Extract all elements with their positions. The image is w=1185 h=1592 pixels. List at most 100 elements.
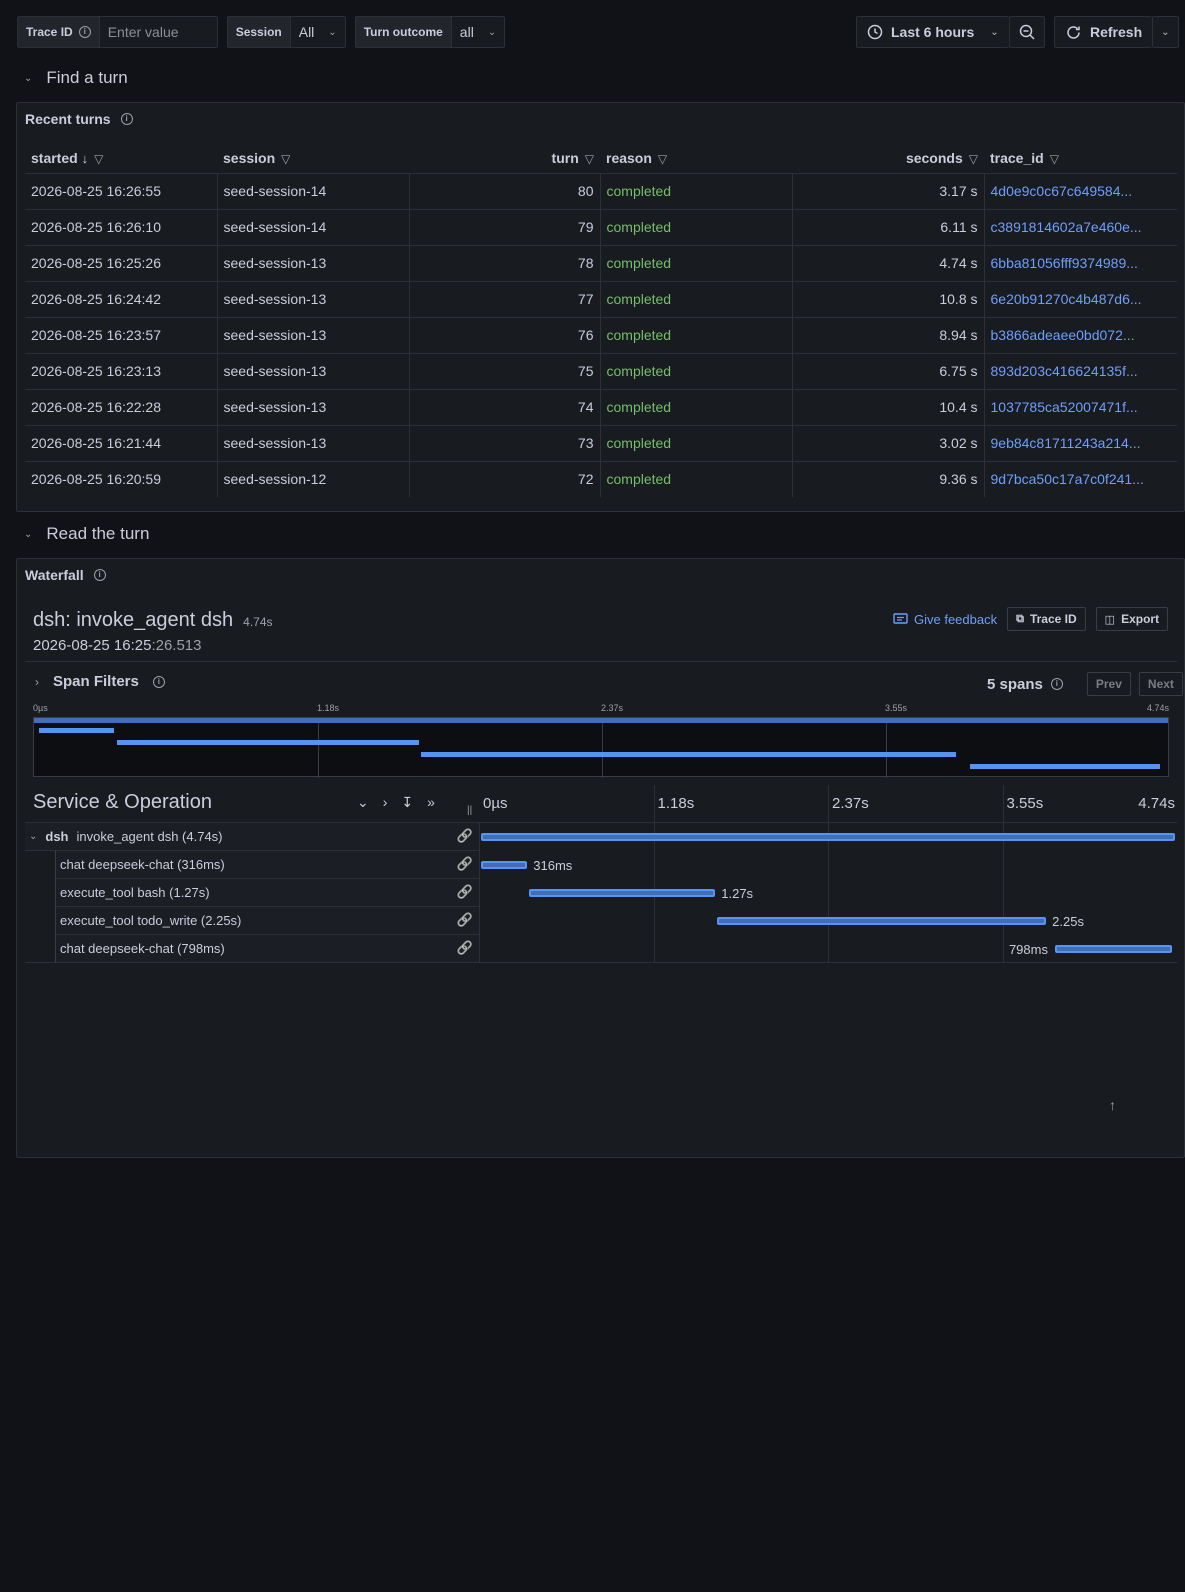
cell-trace-id[interactable]: 4d0e9c0c67c649584... xyxy=(984,172,1177,209)
minimap-ticks: 0µs 1.18s 2.37s 3.55s 4.74s xyxy=(33,703,1169,717)
service-operation-header: Service & Operation xyxy=(33,791,212,813)
span-bar[interactable] xyxy=(529,889,716,897)
turn-outcome-select[interactable]: all ⌄ xyxy=(452,17,504,47)
filter-icon[interactable]: ▽ xyxy=(658,152,667,166)
cell-turn: 80 xyxy=(409,172,601,209)
link-icon[interactable]: 🔗 xyxy=(457,940,473,956)
link-icon[interactable]: 🔗 xyxy=(457,912,473,928)
timeline-gridline xyxy=(1002,785,1004,823)
next-button[interactable]: Next xyxy=(1138,672,1183,696)
info-icon[interactable]: i xyxy=(93,569,106,581)
span-row[interactable]: chat deepseek-chat (798ms) 🔗 xyxy=(55,935,479,963)
span-row[interactable]: execute_tool todo_write (2.25s) 🔗 xyxy=(55,907,479,935)
scroll-to-top-icon[interactable]: ↑ xyxy=(1109,1097,1116,1113)
filter-icon[interactable]: ▽ xyxy=(969,152,978,166)
span-name: invoke_agent dsh (4.74s) xyxy=(76,829,223,844)
table-row[interactable]: 2026-08-25 16:23:57 seed-session-13 76 comp… xyxy=(25,316,1177,353)
span-row[interactable]: chat deepseek-chat (316ms) 🔗 xyxy=(55,851,479,879)
info-icon[interactable]: i xyxy=(78,26,91,38)
cell-started: 2026-08-25 16:23:57 xyxy=(25,316,218,353)
refresh-button[interactable]: Refresh xyxy=(1054,16,1153,48)
time-range-picker[interactable]: Last 6 hours ⌄ xyxy=(856,16,1009,48)
span-row[interactable]: execute_tool bash (1.27s) 🔗 xyxy=(55,879,479,907)
cell-reason: completed xyxy=(600,172,793,209)
trace-id-copy-button[interactable]: ⧉ Trace ID xyxy=(1007,607,1086,631)
cell-reason: completed xyxy=(600,280,793,317)
row-read-the-turn[interactable]: ⌄ Read the turn xyxy=(24,524,149,544)
span-bar[interactable] xyxy=(481,861,528,869)
cell-trace-id[interactable]: 6e20b91270c4b487d6... xyxy=(984,280,1177,317)
table-row[interactable]: 2026-08-25 16:22:28 seed-session-13 74 comp… xyxy=(25,388,1177,425)
cell-trace-id[interactable]: c3891814602a7e460e... xyxy=(984,208,1177,245)
table-row[interactable]: 2026-08-25 16:20:59 seed-session-12 72 comp… xyxy=(25,460,1177,497)
span-bar[interactable] xyxy=(716,917,1047,925)
info-icon[interactable]: i xyxy=(1050,678,1063,690)
table-row[interactable]: 2026-08-25 16:23:13 seed-session-13 75 comp… xyxy=(25,352,1177,389)
span-bar[interactable] xyxy=(1054,945,1172,953)
resize-handle[interactable]: || xyxy=(467,805,472,816)
collapse-all-icon[interactable]: ↧ xyxy=(401,794,413,811)
cell-turn: 77 xyxy=(409,280,601,317)
span-nav: 5 spans i Prev Next xyxy=(987,672,1183,696)
link-icon[interactable]: 🔗 xyxy=(457,884,473,900)
collapse-one-icon[interactable]: ⌄ xyxy=(357,794,369,811)
expand-all-icon[interactable]: » xyxy=(427,794,435,811)
table-body: 2026-08-25 16:26:55 seed-session-14 80 comp… xyxy=(25,172,1177,497)
info-icon[interactable]: i xyxy=(152,675,165,688)
column-header-reason[interactable]: reason ▽ xyxy=(600,143,792,173)
table-row[interactable]: 2026-08-25 16:21:44 seed-session-13 73 comp… xyxy=(25,424,1177,461)
trace-minimap[interactable]: 0µs 1.18s 2.37s 3.55s 4.74s xyxy=(33,703,1169,791)
filter-icon[interactable]: ▽ xyxy=(1050,152,1059,166)
cell-trace-id[interactable]: 1037785ca52007471f... xyxy=(984,388,1177,425)
cell-trace-id[interactable]: 9d7bca50c17a7c0f241... xyxy=(984,460,1177,497)
session-variable: Session All ⌄ xyxy=(226,16,346,48)
minimap-canvas xyxy=(33,717,1169,778)
cell-started: 2026-08-25 16:24:42 xyxy=(25,280,218,317)
cell-seconds: 8.94 s xyxy=(792,316,985,353)
cell-reason: completed xyxy=(600,316,793,353)
cell-trace-id[interactable]: 6bba81056fff9374989... xyxy=(984,244,1177,281)
cell-trace-id[interactable]: b3866adeaee0bd072... xyxy=(984,316,1177,353)
table-row[interactable]: 2026-08-25 16:26:55 seed-session-14 80 comp… xyxy=(25,172,1177,209)
chevron-down-icon[interactable]: ⌄ xyxy=(29,831,37,842)
column-header-trace-id[interactable]: trace_id ▽ xyxy=(984,143,1177,173)
filter-icon[interactable]: ▽ xyxy=(281,152,290,166)
table-row[interactable]: 2026-08-25 16:25:26 seed-session-13 78 comp… xyxy=(25,244,1177,281)
cell-reason: completed xyxy=(600,424,793,461)
cell-trace-id[interactable]: 9eb84c81711243a214... xyxy=(984,424,1177,461)
refresh-interval-dropdown[interactable]: ⌄ xyxy=(1152,16,1179,48)
cell-started: 2026-08-25 16:25:26 xyxy=(25,244,218,281)
cell-reason: completed xyxy=(600,388,793,425)
give-feedback-link[interactable]: Give feedback xyxy=(893,612,997,627)
span-bar[interactable] xyxy=(481,833,1175,841)
link-icon[interactable]: 🔗 xyxy=(457,856,473,872)
table-row[interactable]: 2026-08-25 16:26:10 seed-session-14 79 comp… xyxy=(25,208,1177,245)
link-icon[interactable]: 🔗 xyxy=(457,828,473,844)
export-button[interactable]: ◫ Export xyxy=(1095,607,1169,631)
cell-turn: 78 xyxy=(409,244,601,281)
trace-id-input[interactable]: Enter value xyxy=(100,17,217,47)
column-header-started[interactable]: started ↓ ▽ xyxy=(25,143,217,173)
column-header-seconds[interactable]: seconds ▽ xyxy=(792,143,984,173)
trace-id-variable: Trace ID i Enter value xyxy=(17,16,218,48)
zoom-out-button[interactable] xyxy=(1008,16,1045,48)
cell-session: seed-session-13 xyxy=(217,316,410,353)
filter-icon[interactable]: ▽ xyxy=(585,152,594,166)
row-find-a-turn[interactable]: ⌄ Find a turn xyxy=(24,68,128,88)
cell-trace-id[interactable]: 893d203c416624135f... xyxy=(984,352,1177,389)
span-row[interactable]: ⌄ dsh invoke_agent dsh (4.74s) 🔗 xyxy=(25,823,479,851)
column-header-turn[interactable]: turn ▽ xyxy=(409,143,600,173)
minimap-tick-label: 4.74s xyxy=(1146,703,1169,713)
session-select[interactable]: All ⌄ xyxy=(291,17,345,47)
table-row[interactable]: 2026-08-25 16:24:42 seed-session-13 77 comp… xyxy=(25,280,1177,317)
timeline-gridline xyxy=(828,785,829,823)
timeline-ticks: 0µs 1.18s 2.37s 3.55s 4.74s xyxy=(479,785,1177,823)
panel-title: Recent turns i xyxy=(25,111,133,127)
filter-icon[interactable]: ▽ xyxy=(94,152,103,166)
column-header-session[interactable]: session ▽ xyxy=(217,143,409,173)
sort-desc-icon: ↓ xyxy=(81,150,89,166)
info-icon[interactable]: i xyxy=(120,113,133,125)
expand-one-icon[interactable]: › xyxy=(383,794,388,811)
prev-button[interactable]: Prev xyxy=(1086,672,1131,696)
span-filters-toggle[interactable]: › Span Filters i xyxy=(35,673,165,690)
